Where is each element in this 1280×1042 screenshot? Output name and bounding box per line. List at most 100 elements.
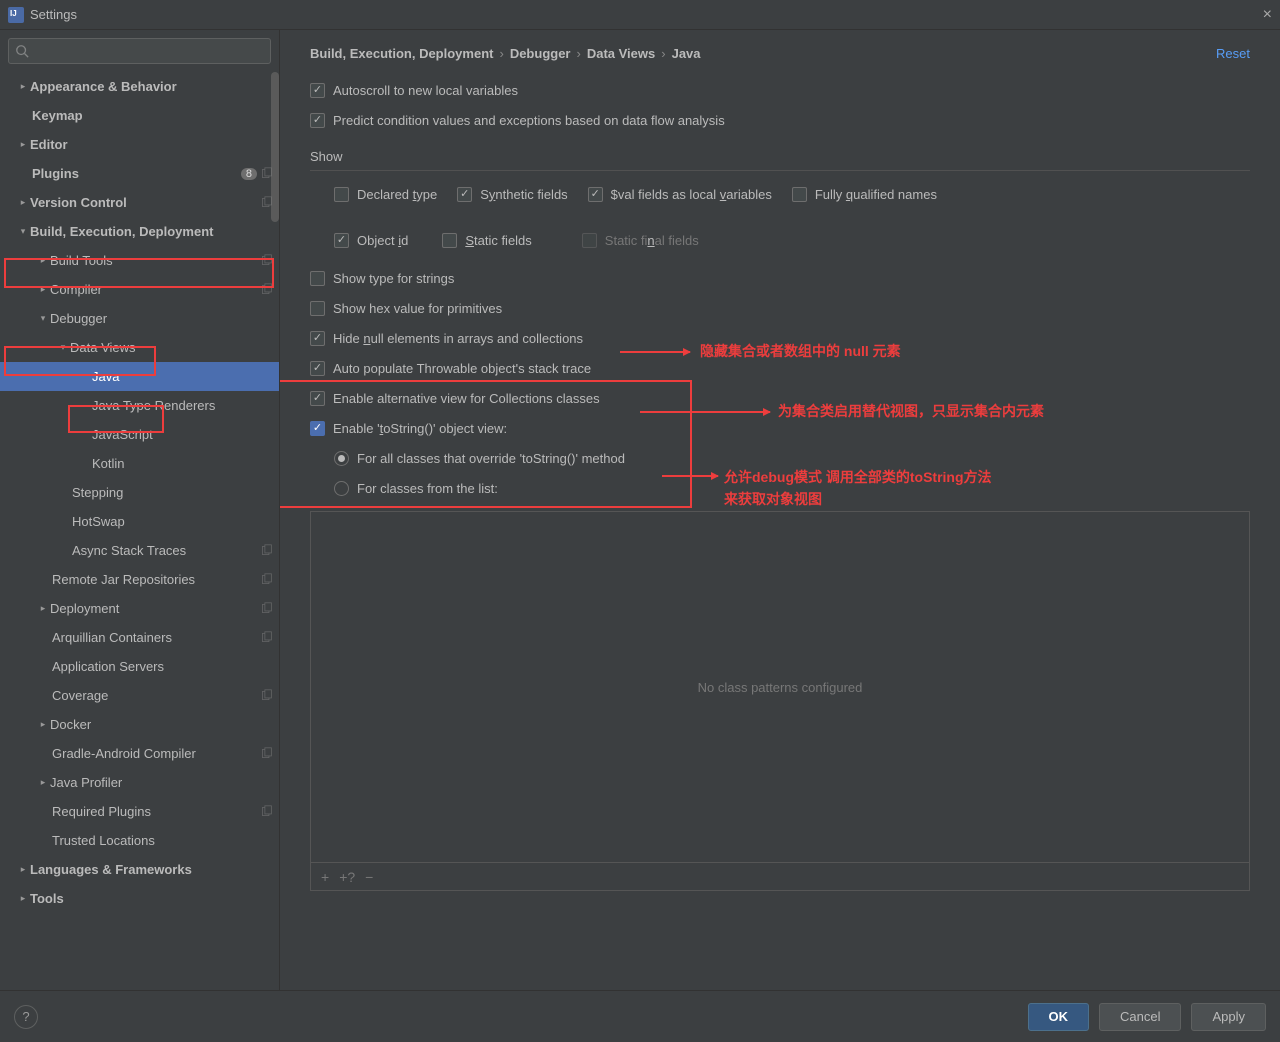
option-label: Enable 'toString()' object view: [333, 421, 507, 436]
copy-icon [260, 283, 273, 296]
tree-item[interactable]: HotSwap [0, 507, 279, 536]
tree-item[interactable]: ▸Version Control [0, 188, 279, 217]
tree-item-label: Languages & Frameworks [30, 862, 192, 877]
checkbox[interactable] [310, 301, 325, 316]
list-toolbar: + +? − [311, 862, 1249, 890]
add-icon[interactable]: + [321, 869, 329, 885]
tree-item[interactable]: Trusted Locations [0, 826, 279, 855]
checkbox[interactable] [310, 83, 325, 98]
tree-item[interactable]: ▾Debugger [0, 304, 279, 333]
option-label: Static final fields [605, 233, 699, 248]
footer: ? OK Cancel Apply [0, 990, 1280, 1042]
copy-icon [260, 689, 273, 702]
tree-item[interactable]: Java [0, 362, 279, 391]
radio[interactable] [334, 481, 349, 496]
option-label: Object id [357, 233, 408, 248]
tree-item-label: Java [92, 369, 119, 384]
chevron-icon: ▸ [18, 864, 28, 875]
tree-item[interactable]: ▾Build, Execution, Deployment [0, 217, 279, 246]
checkbox[interactable] [582, 233, 597, 248]
tree-item-label: Remote Jar Repositories [52, 572, 195, 587]
radio[interactable] [334, 451, 349, 466]
tree-item[interactable]: Async Stack Traces [0, 536, 279, 565]
main-panel: Build, Execution, Deployment › Debugger … [280, 30, 1280, 990]
cancel-button[interactable]: Cancel [1099, 1003, 1181, 1031]
checkbox[interactable] [792, 187, 807, 202]
chevron-icon: ▾ [38, 313, 48, 324]
tree-item[interactable]: Kotlin [0, 449, 279, 478]
close-icon[interactable]: × [1263, 6, 1272, 24]
tree-item-label: Build Tools [50, 253, 113, 268]
tree-item[interactable]: Java Type Renderers [0, 391, 279, 420]
tree-item[interactable]: ▾Data Views [0, 333, 279, 362]
copy-icon [260, 747, 273, 760]
tree-item[interactable]: ▸Docker [0, 710, 279, 739]
option-label: Fully qualified names [815, 187, 937, 202]
tree-item-label: Tools [30, 891, 64, 906]
tree-item[interactable]: Coverage [0, 681, 279, 710]
apply-button[interactable]: Apply [1191, 1003, 1266, 1031]
window-title: Settings [30, 7, 77, 22]
tree-item[interactable]: ▸Build Tools [0, 246, 279, 275]
add-pattern-icon[interactable]: +? [339, 869, 355, 885]
tree-item-label: Build, Execution, Deployment [30, 224, 213, 239]
option-label: For classes from the list: [357, 481, 498, 496]
chevron-right-icon: › [499, 46, 503, 61]
tree-item-label: Application Servers [52, 659, 164, 674]
checkbox[interactable] [442, 233, 457, 248]
tree-item[interactable]: JavaScript [0, 420, 279, 449]
tree-item[interactable]: Stepping [0, 478, 279, 507]
chevron-icon: ▾ [18, 226, 28, 237]
copy-icon [260, 573, 273, 586]
option-label: Enable alternative view for Collections … [333, 391, 600, 406]
option-label: Declared type [357, 187, 437, 202]
tree-item[interactable]: ▸Java Profiler [0, 768, 279, 797]
app-icon [8, 7, 24, 23]
ok-button[interactable]: OK [1028, 1003, 1090, 1031]
tree-item[interactable]: Required Plugins [0, 797, 279, 826]
checkbox[interactable] [310, 271, 325, 286]
tree-item-label: Java Profiler [50, 775, 122, 790]
search-icon [15, 44, 29, 58]
checkbox[interactable] [457, 187, 472, 202]
checkbox[interactable] [310, 331, 325, 346]
help-icon[interactable]: ? [14, 1005, 38, 1029]
checkbox[interactable] [334, 233, 349, 248]
chevron-icon: ▸ [38, 284, 48, 295]
checkbox[interactable] [588, 187, 603, 202]
tree-item[interactable]: ▸Tools [0, 884, 279, 913]
sidebar: ▸Appearance & BehaviorKeymap▸EditorPlugi… [0, 30, 280, 990]
tree-item-label: Kotlin [92, 456, 125, 471]
tree-item[interactable]: ▸Editor [0, 130, 279, 159]
checkbox[interactable] [310, 391, 325, 406]
tree-item[interactable]: Application Servers [0, 652, 279, 681]
option-label: Auto populate Throwable object's stack t… [333, 361, 591, 376]
remove-icon[interactable]: − [365, 869, 373, 885]
tree-item[interactable]: Remote Jar Repositories [0, 565, 279, 594]
checkbox[interactable] [310, 361, 325, 376]
tree-item[interactable]: ▸Appearance & Behavior [0, 72, 279, 101]
tree-item[interactable]: Keymap [0, 101, 279, 130]
tree-item[interactable]: Plugins8 [0, 159, 279, 188]
reset-link[interactable]: Reset [1216, 46, 1250, 61]
breadcrumb-item[interactable]: Debugger [510, 46, 571, 61]
checkbox[interactable] [310, 113, 325, 128]
checkbox[interactable] [334, 187, 349, 202]
copy-icon [260, 631, 273, 644]
tree-item[interactable]: Gradle-Android Compiler [0, 739, 279, 768]
checkbox[interactable] [310, 421, 325, 436]
breadcrumb-item[interactable]: Data Views [587, 46, 655, 61]
breadcrumb-item[interactable]: Build, Execution, Deployment [310, 46, 493, 61]
search-field[interactable] [33, 44, 264, 59]
tree-item-label: Editor [30, 137, 68, 152]
chevron-icon: ▸ [38, 719, 48, 730]
tree-item-label: Stepping [72, 485, 123, 500]
tree-item-label: Arquillian Containers [52, 630, 172, 645]
option-label: Predict condition values and exceptions … [333, 113, 725, 128]
chevron-right-icon: › [661, 46, 665, 61]
tree-item[interactable]: ▸Deployment [0, 594, 279, 623]
tree-item[interactable]: Arquillian Containers [0, 623, 279, 652]
tree-item[interactable]: ▸Languages & Frameworks [0, 855, 279, 884]
search-input[interactable] [8, 38, 271, 64]
tree-item[interactable]: ▸Compiler [0, 275, 279, 304]
